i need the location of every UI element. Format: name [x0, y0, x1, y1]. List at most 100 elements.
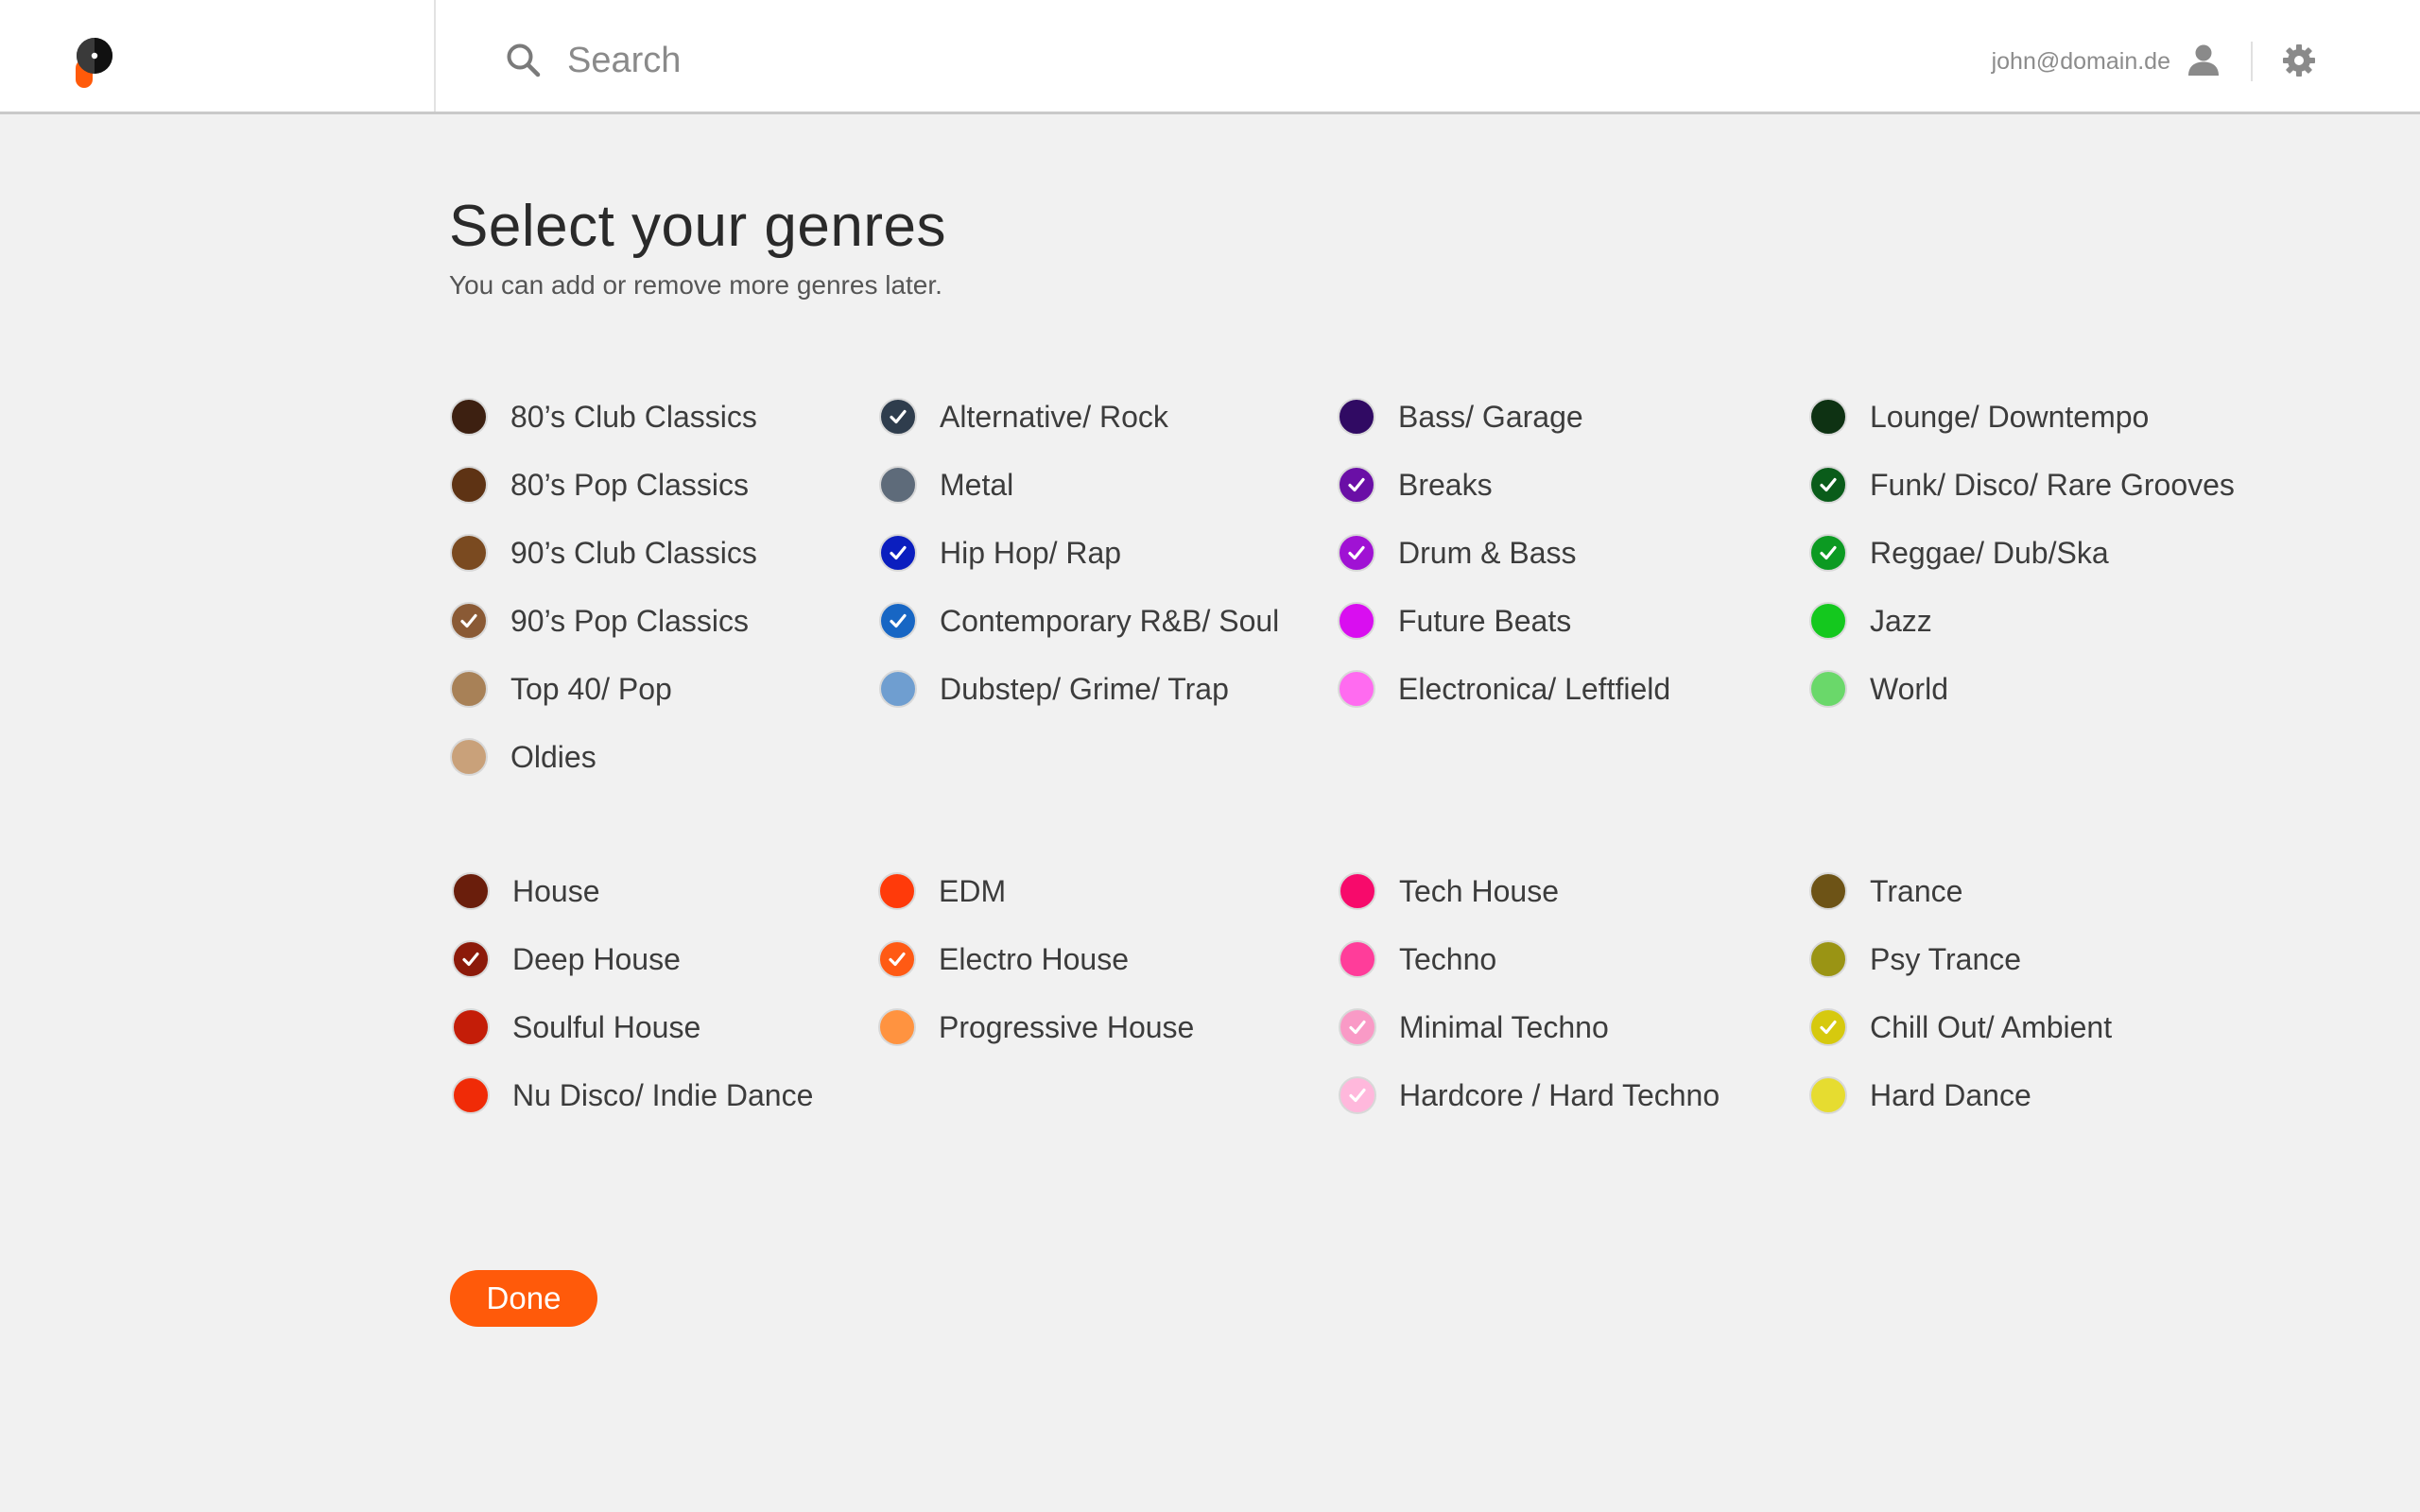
- genre-checkbox[interactable]: [1338, 398, 1375, 436]
- genre-label: 80’s Pop Classics: [510, 468, 749, 502]
- genre-item[interactable]: EDM: [878, 857, 1194, 925]
- gear-icon[interactable]: [2282, 43, 2316, 77]
- genre-label: Minimal Techno: [1399, 1010, 1609, 1044]
- genre-checkbox[interactable]: [450, 738, 488, 776]
- search-input[interactable]: [567, 34, 1418, 87]
- genre-label: Electronica/ Leftfield: [1398, 672, 1671, 706]
- check-icon: [889, 952, 906, 967]
- genre-item[interactable]: Jazz: [1809, 587, 2235, 655]
- genre-item[interactable]: Soulful House: [452, 993, 813, 1061]
- user-email[interactable]: john@domain.de: [1992, 45, 2170, 77]
- genre-item[interactable]: Reggae/ Dub/Ska: [1809, 519, 2235, 587]
- search-icon[interactable]: [505, 42, 543, 79]
- genre-checkbox-checked[interactable]: [879, 534, 917, 572]
- genre-checkbox-checked[interactable]: [1339, 1008, 1376, 1046]
- genre-item[interactable]: House: [452, 857, 813, 925]
- genre-checkbox-checked[interactable]: [879, 602, 917, 640]
- genre-item[interactable]: Dubstep/ Grime/ Trap: [879, 655, 1279, 723]
- genre-checkbox[interactable]: [1809, 398, 1847, 436]
- genre-label: Lounge/ Downtempo: [1870, 400, 2150, 434]
- genre-checkbox[interactable]: [1809, 670, 1847, 708]
- genre-item[interactable]: Tech House: [1339, 857, 1720, 925]
- genre-item[interactable]: Contemporary R&B/ Soul: [879, 587, 1279, 655]
- genre-item[interactable]: Drum & Bass: [1338, 519, 1670, 587]
- done-button[interactable]: Done: [450, 1270, 597, 1327]
- genre-item[interactable]: Deep House: [452, 925, 813, 993]
- genre-checkbox[interactable]: [878, 1008, 916, 1046]
- genre-item[interactable]: Progressive House: [878, 993, 1194, 1061]
- page-title: Select your genres: [449, 194, 946, 259]
- genre-checkbox[interactable]: [879, 466, 917, 504]
- genre-checkbox-checked[interactable]: [1809, 466, 1847, 504]
- genre-item[interactable]: Minimal Techno: [1339, 993, 1720, 1061]
- genre-item[interactable]: World: [1809, 655, 2235, 723]
- user-icon[interactable]: [2187, 43, 2221, 77]
- genre-label: Oldies: [510, 740, 596, 774]
- genre-item[interactable]: Top 40/ Pop: [450, 655, 757, 723]
- genre-item[interactable]: Bass/ Garage: [1338, 383, 1670, 451]
- genre-checkbox-checked[interactable]: [879, 398, 917, 436]
- genre-label: Soulful House: [512, 1010, 701, 1044]
- genre-item[interactable]: 80’s Pop Classics: [450, 451, 757, 519]
- genre-item[interactable]: 80’s Club Classics: [450, 383, 757, 451]
- genre-checkbox-checked[interactable]: [1809, 534, 1847, 572]
- genre-checkbox[interactable]: [1339, 940, 1376, 978]
- genre-checkbox-checked[interactable]: [878, 940, 916, 978]
- genre-item[interactable]: Metal: [879, 451, 1279, 519]
- check-icon: [1348, 477, 1365, 492]
- genre-item[interactable]: Breaks: [1338, 451, 1670, 519]
- genre-checkbox[interactable]: [1338, 670, 1375, 708]
- genre-checkbox[interactable]: [450, 466, 488, 504]
- genre-label: Reggae/ Dub/Ska: [1870, 536, 2109, 570]
- genre-item[interactable]: Chill Out/ Ambient: [1809, 993, 2112, 1061]
- genre-checkbox-checked[interactable]: [1339, 1076, 1376, 1114]
- genre-label: Trance: [1870, 874, 1963, 908]
- genre-checkbox[interactable]: [1338, 602, 1375, 640]
- genre-checkbox[interactable]: [450, 670, 488, 708]
- genre-item[interactable]: 90’s Pop Classics: [450, 587, 757, 655]
- genre-checkbox[interactable]: [1339, 872, 1376, 910]
- genre-item[interactable]: Techno: [1339, 925, 1720, 993]
- genre-item[interactable]: Electronica/ Leftfield: [1338, 655, 1670, 723]
- genre-item[interactable]: Trance: [1809, 857, 2112, 925]
- genre-checkbox-checked[interactable]: [450, 602, 488, 640]
- genre-checkbox-checked[interactable]: [1338, 466, 1375, 504]
- genre-item[interactable]: Alternative/ Rock: [879, 383, 1279, 451]
- genre-checkbox[interactable]: [452, 1076, 490, 1114]
- genre-label: Bass/ Garage: [1398, 400, 1583, 434]
- genre-item[interactable]: Hardcore / Hard Techno: [1339, 1061, 1720, 1129]
- genre-item[interactable]: Hip Hop/ Rap: [879, 519, 1279, 587]
- genre-item[interactable]: Future Beats: [1338, 587, 1670, 655]
- genre-label: Electro House: [939, 942, 1129, 976]
- genre-column: 80’s Club Classics 80’s Pop Classics 90’s …: [450, 383, 757, 791]
- genre-checkbox[interactable]: [1809, 940, 1847, 978]
- genre-label: EDM: [939, 874, 1007, 908]
- genre-item[interactable]: Funk/ Disco/ Rare Grooves: [1809, 451, 2235, 519]
- page-subtitle: You can add or remove more genres later.: [449, 270, 942, 300]
- genre-checkbox[interactable]: [878, 872, 916, 910]
- genre-checkbox[interactable]: [450, 398, 488, 436]
- genre-checkbox[interactable]: [1809, 872, 1847, 910]
- app-logo[interactable]: [74, 37, 117, 90]
- genre-checkbox-checked[interactable]: [452, 940, 490, 978]
- genre-checkbox-checked[interactable]: [1338, 534, 1375, 572]
- check-icon: [1349, 1020, 1366, 1035]
- genre-item[interactable]: Lounge/ Downtempo: [1809, 383, 2235, 451]
- genre-checkbox[interactable]: [450, 534, 488, 572]
- genre-column: Alternative/ Rock Metal Hip Hop/ Rap Contem…: [879, 383, 1279, 723]
- genre-checkbox-checked[interactable]: [1809, 1008, 1847, 1046]
- genre-item[interactable]: Nu Disco/ Indie Dance: [452, 1061, 813, 1129]
- genre-item[interactable]: 90’s Club Classics: [450, 519, 757, 587]
- genre-checkbox[interactable]: [879, 670, 917, 708]
- genre-checkbox[interactable]: [1809, 602, 1847, 640]
- genre-label: Progressive House: [939, 1010, 1195, 1044]
- genre-item[interactable]: Electro House: [878, 925, 1194, 993]
- check-icon: [1349, 1088, 1366, 1103]
- genre-item[interactable]: Hard Dance: [1809, 1061, 2112, 1129]
- genre-item[interactable]: Oldies: [450, 723, 757, 791]
- genre-checkbox[interactable]: [1809, 1076, 1847, 1114]
- genre-checkbox[interactable]: [452, 872, 490, 910]
- genre-checkbox[interactable]: [452, 1008, 490, 1046]
- genre-label: Hard Dance: [1870, 1078, 2031, 1112]
- genre-item[interactable]: Psy Trance: [1809, 925, 2112, 993]
